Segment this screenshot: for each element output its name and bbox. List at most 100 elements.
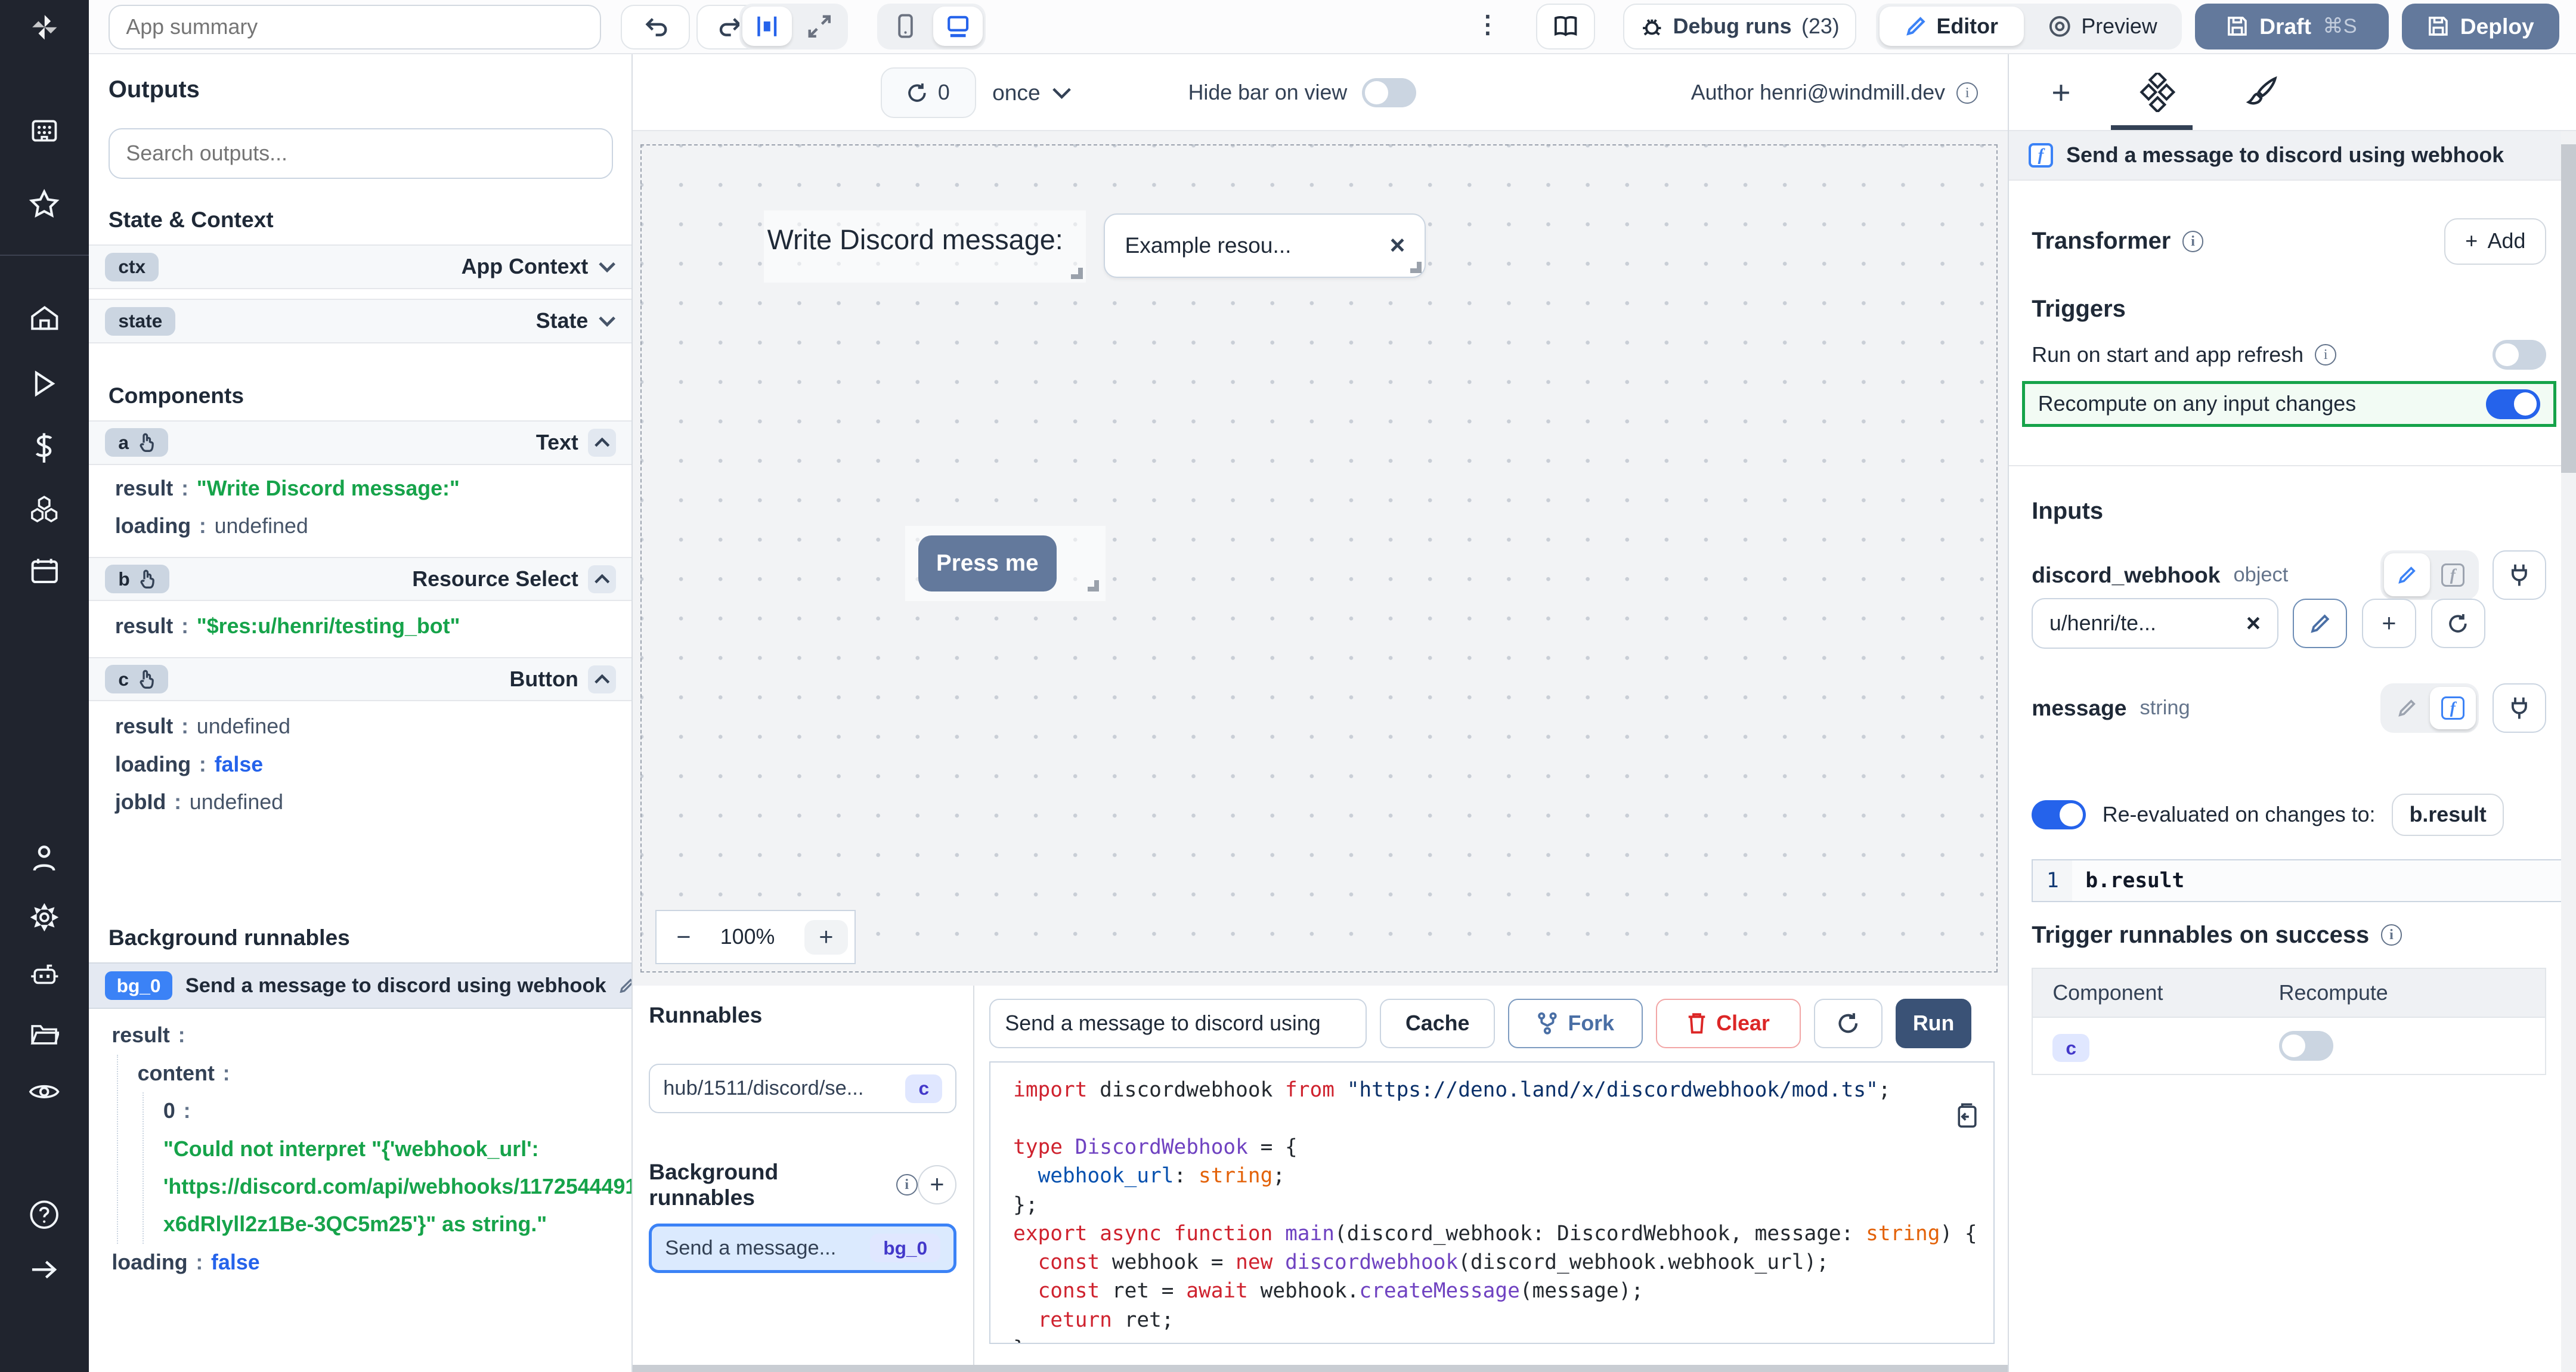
more-menu-button[interactable]: ⋮ <box>1475 10 1500 39</box>
reeval-label: Re-evaluated on changes to: <box>2103 803 2376 827</box>
docs-button[interactable] <box>1536 4 1595 49</box>
center-layout-button[interactable] <box>742 7 792 46</box>
message-expression-editor[interactable]: 1 b.result <box>2032 859 2576 902</box>
editor-label: Editor <box>1936 14 1998 39</box>
windmill-app-editor: ⋮ Debug runs (23) Editor Preview Draft ⌘… <box>0 0 2576 1372</box>
info-icon[interactable]: i <box>2182 231 2204 252</box>
cache-button[interactable]: Cache <box>1380 999 1495 1048</box>
eval-mode-button[interactable]: f <box>2430 553 2476 596</box>
frequency-dropdown[interactable]: once <box>992 67 1072 118</box>
info-icon[interactable]: i <box>1956 82 1978 104</box>
component-a-header[interactable]: a Text <box>89 420 633 464</box>
refresh-count-button[interactable]: 0 <box>881 67 976 118</box>
variables-icon[interactable] <box>0 432 89 463</box>
app-summary-input[interactable] <box>109 5 602 49</box>
search-outputs-input[interactable] <box>109 128 613 179</box>
undo-button[interactable] <box>621 5 690 49</box>
audit-logs-icon[interactable] <box>0 1081 89 1102</box>
info-icon[interactable]: i <box>2315 344 2336 366</box>
connect-input-button[interactable] <box>2493 550 2547 600</box>
runnable-title-input[interactable] <box>989 999 1367 1048</box>
settings-icon[interactable] <box>0 903 89 931</box>
resize-handle[interactable] <box>1071 268 1082 279</box>
fullwidth-layout-button[interactable] <box>795 7 844 46</box>
button-component[interactable]: Press me <box>905 526 1106 602</box>
reeval-target-chip[interactable]: b.result <box>2392 794 2504 837</box>
code-editor[interactable]: import discordwebhook from "https://deno… <box>989 1061 1995 1344</box>
tab-editor[interactable]: Editor <box>1880 7 2024 46</box>
workers-icon[interactable] <box>0 962 89 987</box>
horizontal-scrollbar[interactable] <box>633 1365 2008 1371</box>
insert-component-tab[interactable]: + <box>2051 73 2070 112</box>
recompute-toggle[interactable] <box>2486 389 2540 419</box>
resource-select-component[interactable]: Example resou... × <box>1104 213 1426 277</box>
create-resource-button[interactable]: + <box>2362 599 2416 648</box>
settings-tab-diamonds-icon[interactable] <box>2140 73 2176 112</box>
pencil-icon <box>2397 565 2417 585</box>
styling-tab-brush-icon[interactable] <box>2245 76 2278 109</box>
recompute-c-toggle[interactable] <box>2279 1031 2333 1061</box>
clear-resource-icon[interactable]: × <box>2246 609 2261 637</box>
refresh-resource-button[interactable] <box>2431 599 2485 648</box>
run-button[interactable]: Run <box>1896 999 1971 1048</box>
static-mode-button[interactable] <box>2384 687 2430 730</box>
runnable-item[interactable]: hub/1511/discord/se... c <box>649 1064 956 1113</box>
bg0-badge: bg_0 <box>105 971 172 1000</box>
workspace-icon[interactable] <box>0 117 89 145</box>
folders-icon[interactable] <box>0 1022 89 1046</box>
zoom-in-button[interactable]: + <box>804 920 849 955</box>
chevron-down-icon[interactable] <box>598 261 616 272</box>
run-on-start-toggle[interactable] <box>2493 340 2547 370</box>
discord-webhook-type: object <box>2233 563 2288 587</box>
debug-runs-button[interactable]: Debug runs (23) <box>1623 4 1856 49</box>
resize-handle[interactable] <box>1088 580 1099 591</box>
runs-icon[interactable] <box>0 370 89 398</box>
zoom-out-button[interactable]: − <box>676 923 691 951</box>
bg-runnable-item-selected[interactable]: Send a message... bg_0 <box>649 1224 956 1273</box>
schedules-icon[interactable] <box>0 557 89 585</box>
favorites-icon[interactable] <box>0 189 89 219</box>
info-icon[interactable]: i <box>2381 924 2402 946</box>
text-component[interactable]: Write Discord message: <box>764 210 1086 283</box>
tab-preview[interactable]: Preview <box>2027 7 2178 46</box>
add-bg-runnable-button[interactable]: + <box>918 1165 957 1204</box>
help-icon[interactable] <box>0 1199 89 1230</box>
mobile-view-button[interactable] <box>881 7 930 46</box>
left-nav-rail <box>0 54 89 1372</box>
chevron-down-icon[interactable] <box>598 315 616 327</box>
clear-selection-icon[interactable]: × <box>1390 231 1405 261</box>
scrollbar-thumb[interactable] <box>2561 144 2576 473</box>
edit-icon[interactable] <box>620 978 633 993</box>
collapse-rail-icon[interactable] <box>0 1258 89 1281</box>
users-icon[interactable] <box>0 844 89 872</box>
collapse-c-button[interactable] <box>588 665 616 693</box>
refresh-code-button[interactable] <box>1814 999 1883 1048</box>
app-canvas[interactable]: Write Discord message: Example resou... … <box>633 131 2008 986</box>
collapse-b-button[interactable] <box>588 565 616 593</box>
resource-picker[interactable]: u/henri/te... × <box>2032 598 2278 649</box>
deploy-button[interactable]: Deploy <box>2402 4 2559 49</box>
press-me-button[interactable]: Press me <box>918 535 1056 591</box>
fork-button[interactable]: Fork <box>1508 999 1643 1048</box>
bg0-row[interactable]: bg_0 Send a message to discord using web… <box>89 962 633 1008</box>
edit-resource-button[interactable] <box>2293 599 2347 648</box>
resources-icon[interactable] <box>0 494 89 524</box>
component-c-header[interactable]: c Button <box>89 657 633 701</box>
collapse-a-button[interactable] <box>588 429 616 457</box>
resize-handle[interactable] <box>1410 262 1422 273</box>
component-b-header[interactable]: b Resource Select <box>89 557 633 601</box>
hide-bar-toggle[interactable] <box>1362 78 1416 108</box>
state-row[interactable]: state State <box>89 299 633 343</box>
static-mode-button[interactable] <box>2384 553 2430 596</box>
draft-button[interactable]: Draft ⌘S <box>2195 4 2389 49</box>
desktop-view-button[interactable] <box>933 7 983 46</box>
windmill-logo[interactable] <box>0 0 89 54</box>
add-transformer-button[interactable]: +Add <box>2444 218 2546 264</box>
reeval-toggle[interactable] <box>2032 800 2086 830</box>
clear-button[interactable]: Clear <box>1656 999 1800 1048</box>
ctx-row[interactable]: ctx App Context <box>89 244 633 289</box>
connect-input-button[interactable] <box>2493 683 2547 733</box>
home-icon[interactable] <box>0 304 89 332</box>
copy-icon[interactable] <box>1954 1102 1977 1128</box>
eval-mode-button[interactable]: f <box>2430 687 2476 730</box>
